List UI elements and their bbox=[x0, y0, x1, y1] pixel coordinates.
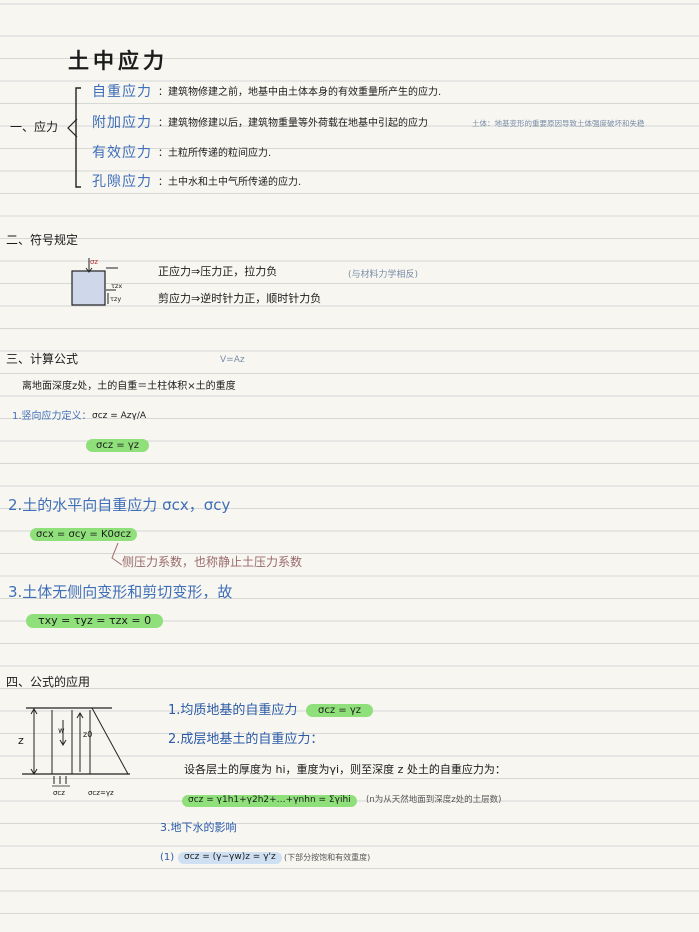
s4-item1: 1.均质地基的自重应力 bbox=[168, 703, 298, 718]
s4-item2-note: (n为从天然地面到深度z处的土层数) bbox=[366, 795, 502, 805]
diag-z: z bbox=[18, 734, 24, 747]
s4-item2-formula: σcz = γ1h1+γ2h2+…+γnhn = Σγihi bbox=[182, 795, 357, 807]
s4-item3-note: (下部分按饱和有效重度) bbox=[284, 853, 371, 862]
s4-item2-text: 设各层土的厚度为 hi，重度为γi，则至深度 z 处土的自重应力为： bbox=[184, 763, 506, 776]
s4-item3: 3.地下水的影响 bbox=[160, 821, 237, 834]
s4-item2: 2.成层地基土的自重应力： bbox=[168, 732, 324, 747]
diag-z0: z0 bbox=[83, 730, 93, 739]
diag-w: w bbox=[58, 726, 65, 735]
diag-sigma-cz: σcz bbox=[53, 789, 65, 797]
s4-item3-formula: σcz = (γ−γw)z = γ'z bbox=[178, 852, 282, 864]
diag-gamma-z: σcz=γz bbox=[88, 789, 114, 797]
s4-item1-formula: σcz = γz bbox=[306, 704, 373, 717]
s4-item3-sub: (1) bbox=[160, 852, 175, 863]
